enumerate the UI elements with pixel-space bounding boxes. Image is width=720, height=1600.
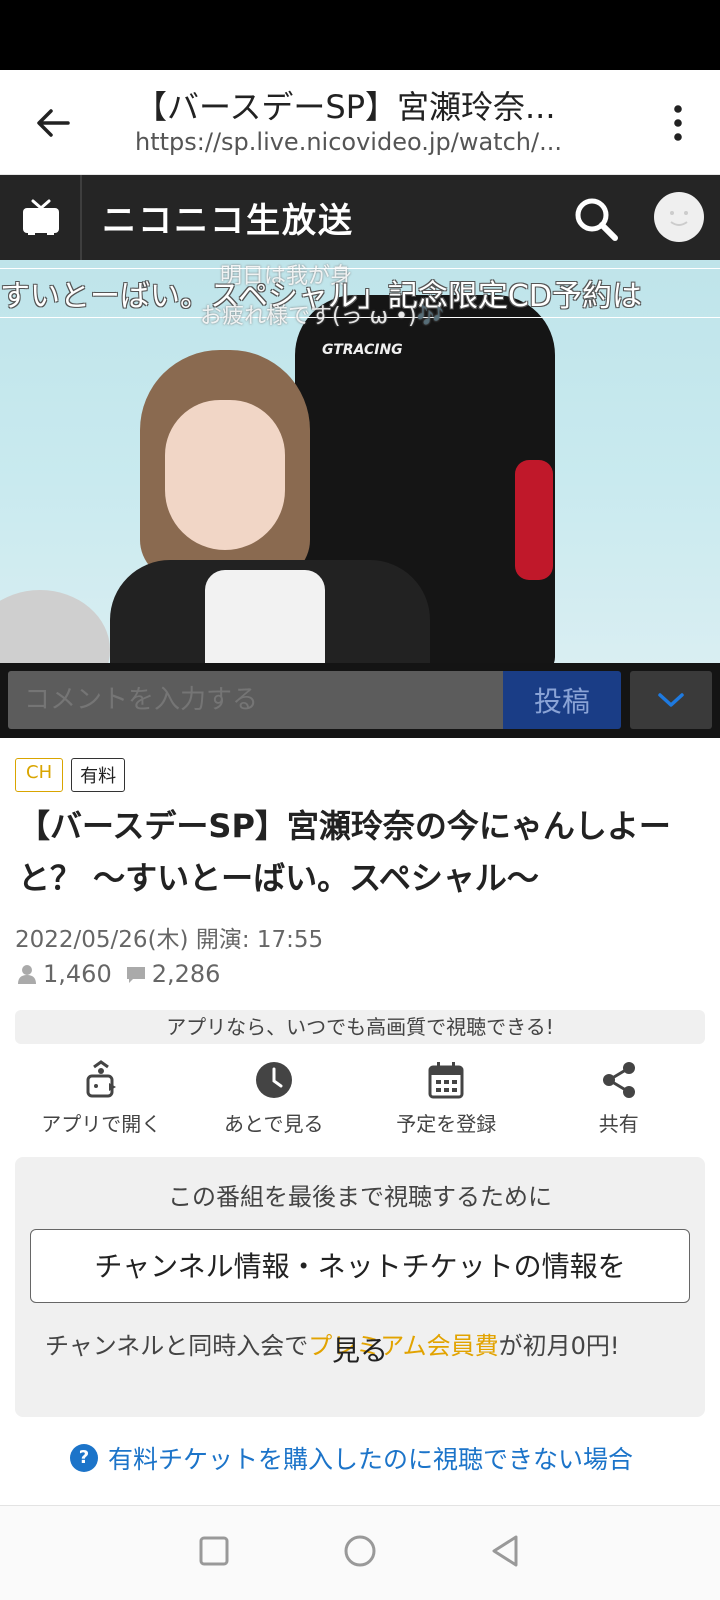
channel-info-button[interactable]: チャンネル情報・ネットチケットの情報を <box>30 1229 690 1303</box>
purchase-heading: この番組を最後まで視聴するために <box>168 1183 552 1211</box>
video-player[interactable]: GTRACING 明日は我が身 すいとーばい。スペシャル」記念限定CD予約は お… <box>0 260 720 663</box>
calendar-icon <box>428 1062 464 1099</box>
comment-count: 2,286 <box>126 960 221 988</box>
browser-toolbar: 【バースデーSP】宮瀬玲奈... https://sp.live.nicovid… <box>0 70 720 175</box>
page-title: 【バースデーSP】宮瀬玲奈... <box>135 88 556 126</box>
site-logo[interactable]: ニコニコ生放送 <box>102 193 354 242</box>
open-in-app-button[interactable]: アプリで開く <box>21 1060 181 1140</box>
app-open-icon <box>86 1060 117 1098</box>
video-person-face <box>165 400 285 550</box>
overlay-comment: お疲れ様です(っ ω •)🎶 <box>200 304 444 329</box>
video-chair-brand: GTRACING <box>322 342 403 358</box>
question-icon: ? <box>70 1444 98 1472</box>
viewer-count: 1,460 <box>17 960 112 988</box>
share-button[interactable]: 共有 <box>539 1060 699 1140</box>
register-schedule-label: 予定を登録 <box>396 1112 497 1136</box>
channel-badge: CH <box>15 758 64 792</box>
search-icon <box>575 198 618 241</box>
status-bar <box>0 0 720 70</box>
post-comment-button[interactable]: 投稿 <box>503 671 621 729</box>
system-nav-bar <box>0 1505 720 1600</box>
watch-later-label: あとで見る <box>224 1112 324 1136</box>
program-title: 【バースデーSP】宮瀬玲奈の今にゃんしよーと？ 〜すいとーばい。スペシャル〜 <box>18 807 671 897</box>
more-vertical-icon <box>674 105 682 141</box>
program-date: 2022/05/26(木) 開演: 17:55 <box>15 927 324 953</box>
video-person-apron <box>205 570 325 663</box>
help-link[interactable]: ? 有料チケットを購入したのに視聴できない場合 <box>70 1440 633 1476</box>
app-banner[interactable]: アプリなら、いつでも高画質で視聴できる! <box>15 1010 705 1044</box>
open-in-app-label: アプリで開く <box>41 1112 162 1136</box>
share-label: 共有 <box>598 1112 639 1136</box>
search-button[interactable] <box>572 195 620 243</box>
person-icon <box>18 965 36 984</box>
header-divider <box>80 175 82 260</box>
comment-input[interactable] <box>8 671 503 729</box>
video-chair-accent <box>515 460 553 580</box>
help-link-label: 有料チケットを購入したのに視聴できない場合 <box>108 1445 634 1474</box>
channel-info-button-overflow[interactable]: 見る <box>15 1329 705 1369</box>
paid-badge: 有料 <box>71 758 126 792</box>
action-row: アプリで開く あとで見る 予定を登録 共有 <box>15 1060 705 1140</box>
tv-icon[interactable] <box>20 195 62 237</box>
more-options-button[interactable] <box>658 98 698 148</box>
recent-apps-icon[interactable] <box>194 1531 234 1571</box>
chevron-down-icon <box>658 693 684 707</box>
page-url[interactable]: https://sp.live.nicovideo.jp/watch/... <box>135 128 635 156</box>
program-stats: 1,460 2,286 <box>17 960 234 988</box>
purchase-panel: この番組を最後まで視聴するために チャンネル情報・ネットチケットの情報を チャン… <box>15 1157 705 1417</box>
program-badges: CH 有料 <box>15 758 126 792</box>
comment-bar: 投稿 <box>0 663 720 738</box>
expand-button[interactable] <box>630 671 712 729</box>
site-header: ニコニコ生放送 <box>0 175 720 260</box>
arrow-left-icon <box>37 109 70 137</box>
share-icon <box>602 1062 635 1098</box>
comment-icon <box>126 967 145 983</box>
register-schedule-button[interactable]: 予定を登録 <box>366 1060 526 1140</box>
user-avatar[interactable] <box>654 192 704 242</box>
back-button[interactable] <box>28 98 78 148</box>
viewer-count-value: 1,460 <box>43 960 112 988</box>
back-nav-icon[interactable] <box>486 1531 526 1571</box>
comment-count-value: 2,286 <box>151 960 221 988</box>
video-desk-shape <box>0 590 110 663</box>
clock-icon <box>255 1062 292 1098</box>
home-icon[interactable] <box>340 1531 380 1571</box>
watch-later-button[interactable]: あとで見る <box>194 1060 354 1140</box>
